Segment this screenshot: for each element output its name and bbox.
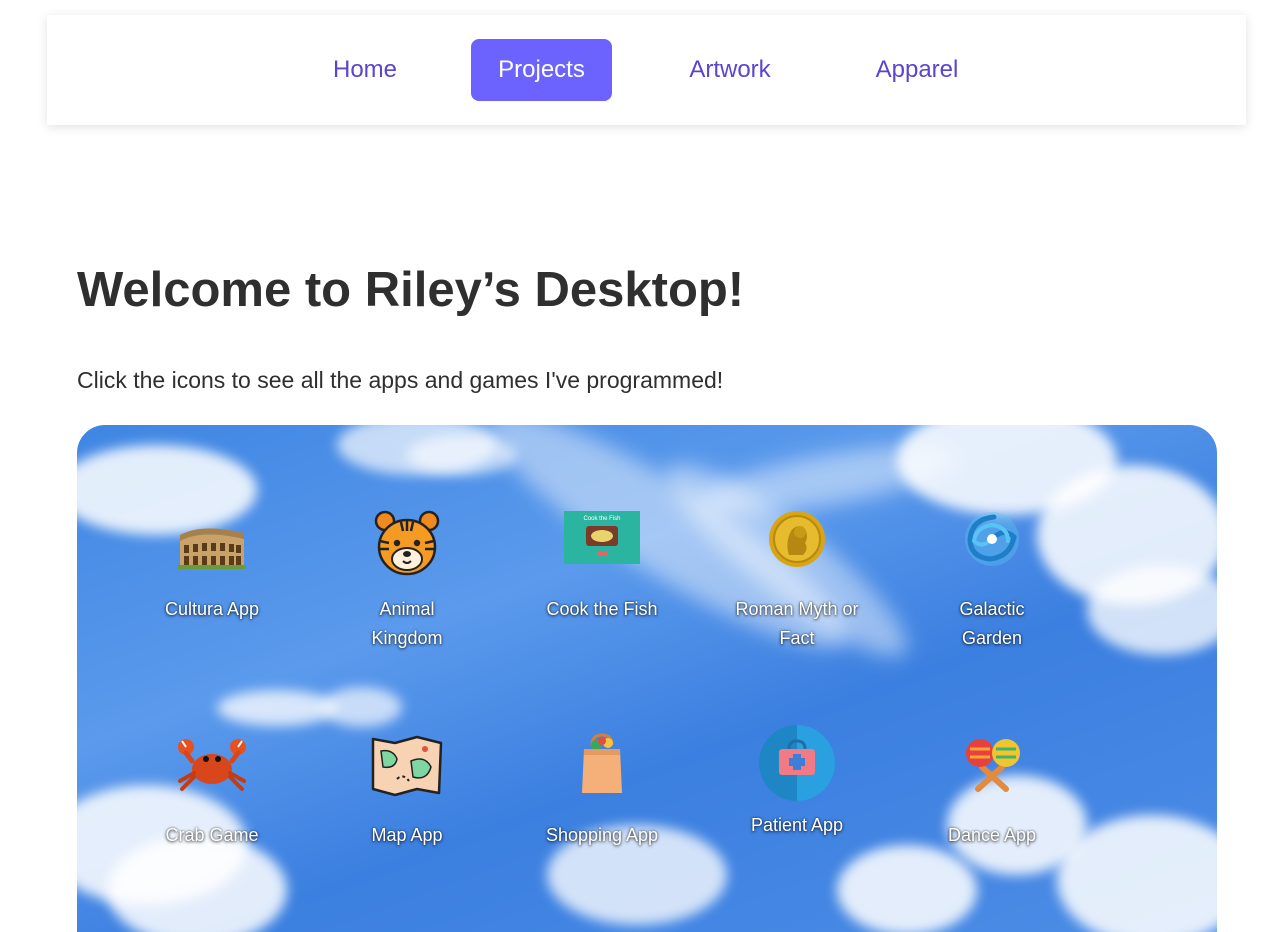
app-animal-kingdom[interactable]: Animal Kingdom	[342, 505, 472, 653]
app-map[interactable]: Map App	[342, 731, 472, 850]
app-label: Shopping App	[545, 825, 659, 845]
app-label: Map App	[371, 825, 443, 845]
maracas-icon	[952, 731, 1032, 811]
nav-artwork[interactable]: Artwork	[667, 39, 793, 101]
page-subtitle: Click the icons to see all the apps and …	[77, 367, 724, 393]
cook-the-fish-thumbnail-icon: Cook the Fish	[562, 505, 642, 585]
galaxy-icon	[952, 505, 1032, 585]
app-cultura[interactable]: Cultura App	[147, 505, 277, 624]
app-galactic-garden[interactable]: Galactic Garden	[927, 505, 1057, 653]
app-label: Roman Myth or Fact	[735, 599, 859, 648]
app-patient[interactable]: Patient App	[732, 721, 862, 840]
app-roman-myth[interactable]: Roman Myth or Fact	[732, 505, 862, 653]
shopping-bag-icon	[562, 731, 642, 811]
tiger-icon	[367, 505, 447, 585]
app-crab-game[interactable]: Crab Game	[147, 731, 277, 850]
medical-kit-icon	[757, 721, 837, 811]
app-label: Patient App	[750, 815, 844, 835]
app-label: Animal Kingdom	[371, 599, 443, 648]
app-shopping[interactable]: Shopping App	[537, 731, 667, 850]
gold-coin-icon	[757, 505, 837, 585]
crab-icon	[172, 731, 252, 811]
app-dance[interactable]: Dance App	[927, 731, 1057, 850]
app-label: Cultura App	[164, 599, 260, 619]
page-title: Welcome to Riley’s Desktop!	[77, 263, 745, 317]
map-icon	[367, 731, 447, 811]
top-navbar: Home Projects Artwork Apparel	[47, 15, 1246, 125]
app-label: Crab Game	[165, 825, 259, 845]
colosseum-icon	[172, 505, 252, 585]
app-label: Dance App	[947, 825, 1037, 845]
app-label: Cook the Fish	[546, 599, 658, 619]
desktop-area: Cultura App Animal Kingdom Cook the Fish	[77, 425, 1217, 932]
nav-home[interactable]: Home	[311, 39, 419, 101]
app-cook-the-fish[interactable]: Cook the Fish Cook the Fish	[537, 505, 667, 624]
nav-apparel[interactable]: Apparel	[855, 39, 979, 101]
nav-projects[interactable]: Projects	[471, 39, 612, 101]
app-label: Galactic Garden	[959, 599, 1025, 648]
